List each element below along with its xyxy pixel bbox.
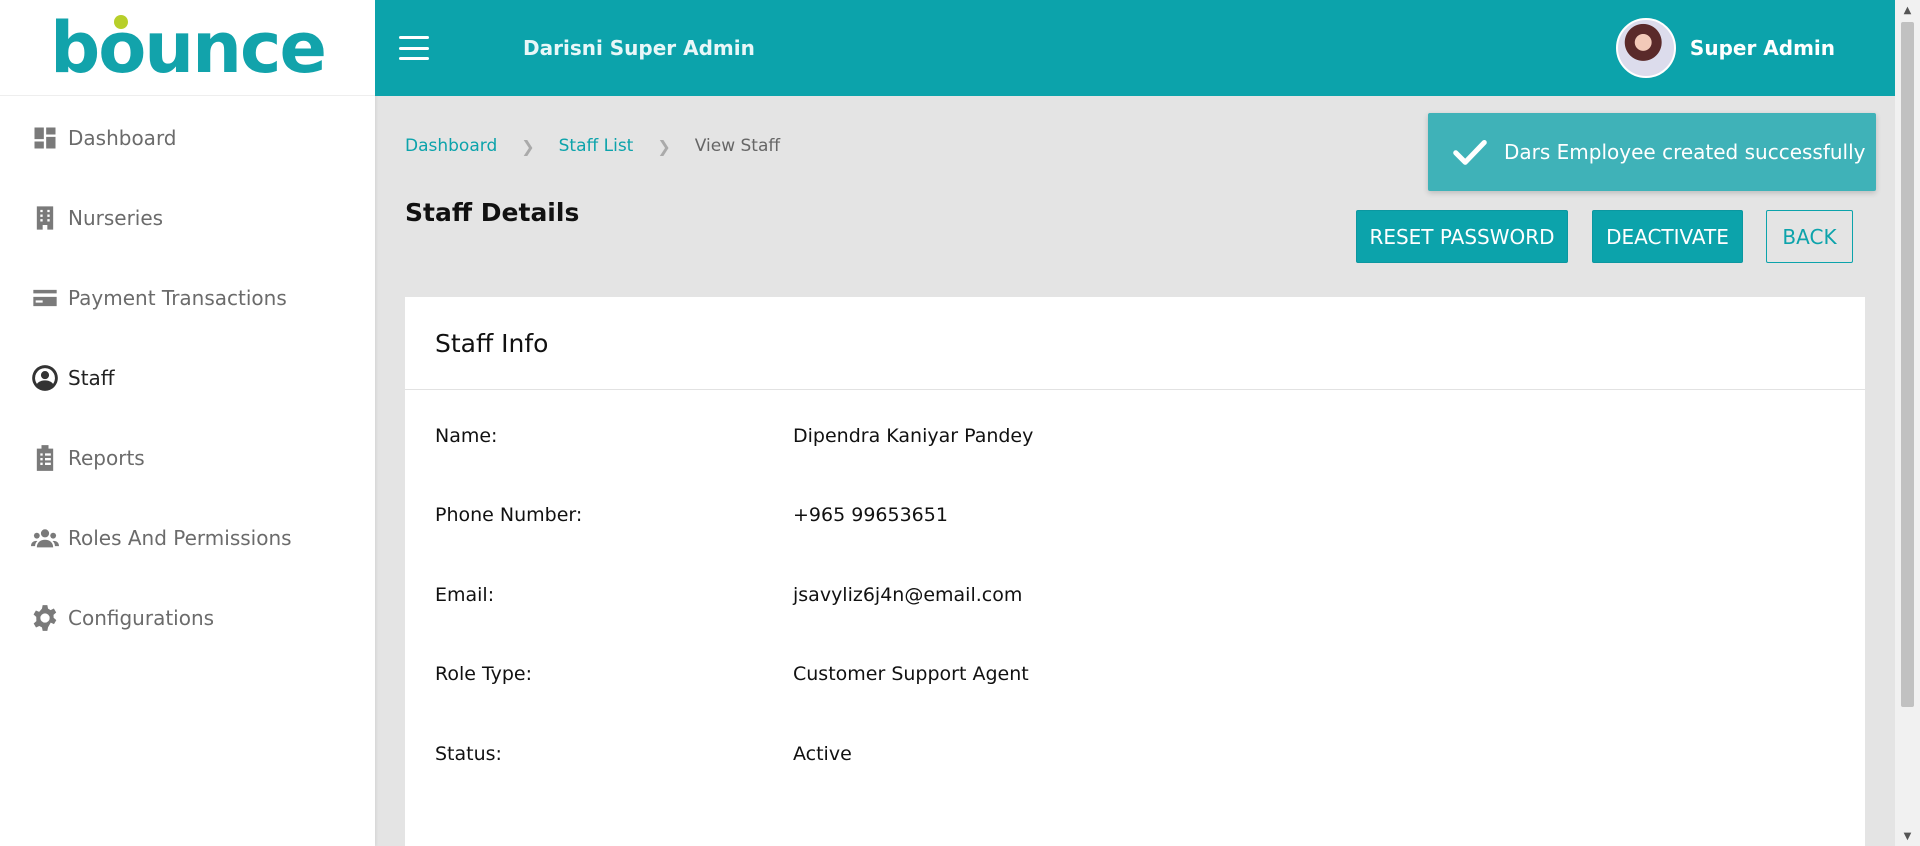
- vertical-scrollbar[interactable]: ▲ ▼: [1895, 0, 1920, 846]
- sidebar-item-reports[interactable]: Reports: [0, 418, 375, 498]
- sidebar-item-staff[interactable]: Staff: [0, 338, 375, 418]
- field-label: Status:: [435, 743, 502, 765]
- sidebar-item-roles-and-permissions[interactable]: Roles And Permissions: [0, 498, 375, 578]
- breadcrumb-dashboard[interactable]: Dashboard: [405, 136, 497, 156]
- sidebar-item-configurations[interactable]: Configurations: [0, 578, 375, 658]
- reset-password-button[interactable]: RESET PASSWORD: [1356, 210, 1568, 263]
- scroll-up-arrow-icon[interactable]: ▲: [1895, 0, 1920, 20]
- sidebar: bo unce Dashboard Nurseries Payment Trans…: [0, 0, 375, 846]
- sidebar-item-label: Configurations: [68, 606, 215, 630]
- dashboard-icon: [30, 123, 60, 153]
- gear-icon: [30, 603, 60, 633]
- breadcrumb-staff-list[interactable]: Staff List: [559, 136, 634, 156]
- sidebar-item-label: Nurseries: [68, 206, 164, 230]
- breadcrumb: Dashboard ❯ Staff List ❯ View Staff: [405, 136, 780, 156]
- avatar[interactable]: [1615, 18, 1676, 78]
- field-value: Dipendra Kaniyar Pandey: [793, 425, 1034, 447]
- field-value: +965 99653651: [793, 504, 948, 526]
- sidebar-item-nurseries[interactable]: Nurseries: [0, 178, 375, 258]
- scroll-down-arrow-icon[interactable]: ▼: [1895, 826, 1920, 846]
- menu-toggle-icon[interactable]: [399, 36, 429, 60]
- staff-info-card: Staff Info Name: Dipendra Kaniyar Pandey…: [405, 297, 1865, 846]
- sidebar-item-payment-transactions[interactable]: Payment Transactions: [0, 258, 375, 338]
- field-label: Name:: [435, 425, 498, 447]
- logo-container[interactable]: bo unce: [0, 0, 375, 96]
- deactivate-button[interactable]: DEACTIVATE: [1592, 210, 1743, 263]
- sidebar-nav: Dashboard Nurseries Payment Transactions…: [0, 96, 375, 658]
- scrollbar-thumb[interactable]: [1901, 22, 1914, 707]
- field-label: Email:: [435, 584, 495, 606]
- field-value: jsavyliz6j4n@email.com: [793, 584, 1023, 606]
- bounce-logo: bo unce: [50, 6, 327, 89]
- sidebar-item-dashboard[interactable]: Dashboard: [0, 98, 375, 178]
- sidebar-item-label: Dashboard: [68, 126, 177, 150]
- user-circle-icon: [30, 363, 60, 393]
- field-value: Customer Support Agent: [793, 663, 1029, 685]
- breadcrumb-current: View Staff: [694, 136, 781, 156]
- sidebar-item-label: Reports: [68, 446, 145, 470]
- user-name[interactable]: Super Admin: [1690, 36, 1835, 60]
- check-icon: [1450, 132, 1490, 172]
- sidebar-item-label: Payment Transactions: [68, 286, 287, 310]
- app-title: Darisni Super Admin: [523, 36, 755, 60]
- clipboard-icon: [30, 443, 60, 473]
- chevron-right-icon: ❯: [521, 136, 535, 156]
- building-icon: [30, 203, 60, 233]
- field-label: Phone Number:: [435, 504, 583, 526]
- field-value: Active: [793, 743, 852, 765]
- page-title: Staff Details: [405, 198, 580, 227]
- users-group-icon: [30, 523, 60, 553]
- success-toast[interactable]: Dars Employee created successfully: [1428, 113, 1876, 191]
- field-label: Role Type:: [435, 663, 533, 685]
- sidebar-item-label: Staff: [68, 366, 115, 390]
- credit-card-icon: [30, 283, 60, 313]
- toast-message: Dars Employee created successfully: [1504, 140, 1866, 164]
- user-menu[interactable]: Super Admin: [1615, 0, 1835, 96]
- back-button[interactable]: BACK: [1766, 210, 1853, 263]
- chevron-right-icon: ❯: [657, 136, 671, 156]
- sidebar-item-label: Roles And Permissions: [68, 526, 292, 550]
- top-bar: Darisni Super Admin Super Admin: [375, 0, 1895, 96]
- card-title: Staff Info: [405, 297, 1865, 390]
